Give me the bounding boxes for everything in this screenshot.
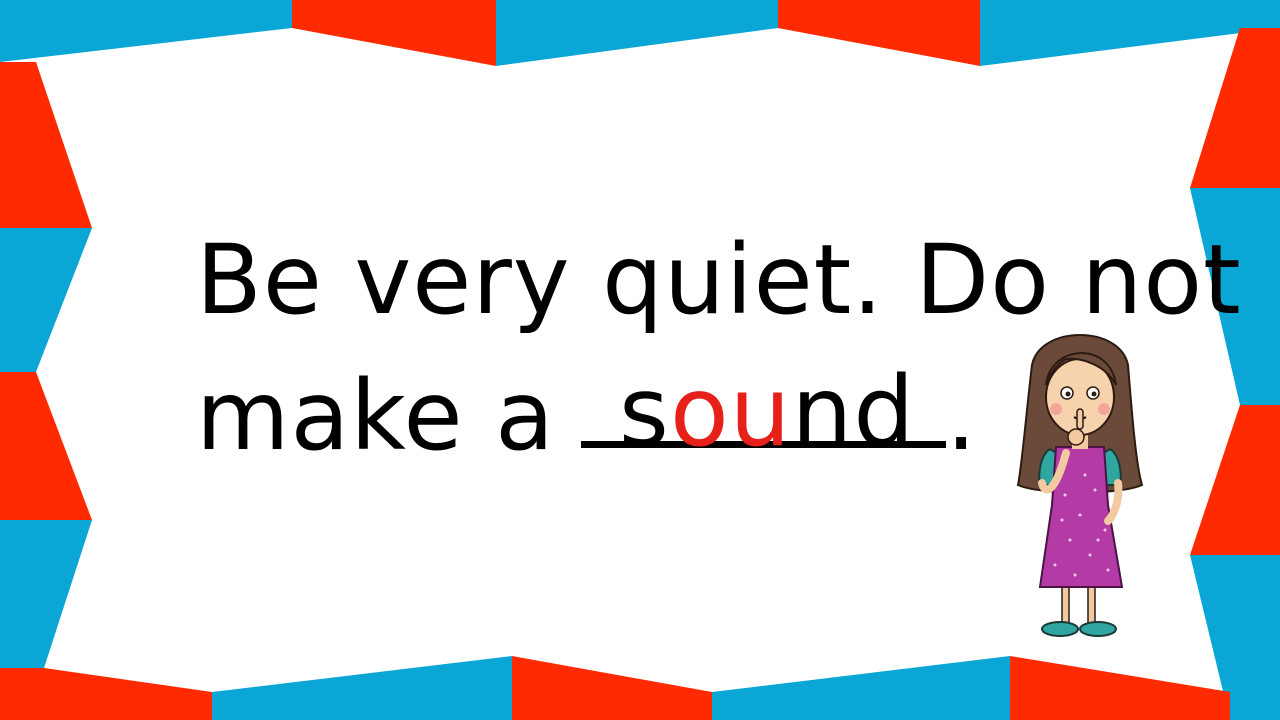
border-tile-bottom-4 xyxy=(712,656,1010,720)
answer-end: nd xyxy=(791,356,916,468)
border-tile-left-4 xyxy=(0,520,92,668)
border-tile-left-5 xyxy=(0,668,44,720)
border-tile-top-2 xyxy=(292,0,496,66)
border-tile-top-4 xyxy=(778,0,980,66)
border-tile-bottom-1 xyxy=(44,668,212,720)
answer-blank: sound xyxy=(580,348,946,478)
border-tile-right-1 xyxy=(1190,28,1280,188)
border-tile-bottom-2 xyxy=(212,656,512,720)
sentence-line-2-prefix: make a xyxy=(196,360,555,472)
border-tile-top-1 xyxy=(0,0,292,62)
border-tile-top-3 xyxy=(496,0,778,66)
girl-shushing-icon xyxy=(1016,334,1144,637)
border-tile-left-3 xyxy=(0,372,92,520)
border-tile-bottom-3 xyxy=(512,656,712,720)
border-tile-right-3 xyxy=(1190,405,1280,555)
sentence-period: . xyxy=(945,360,978,472)
border-tile-left-1 xyxy=(0,62,92,228)
answer-vowel-team: ou xyxy=(669,356,792,468)
border-tile-left-2 xyxy=(0,228,92,372)
answer-start: s xyxy=(618,356,670,468)
answer-word: sound xyxy=(619,344,915,480)
border-tile-bottom-5 xyxy=(1010,656,1230,720)
